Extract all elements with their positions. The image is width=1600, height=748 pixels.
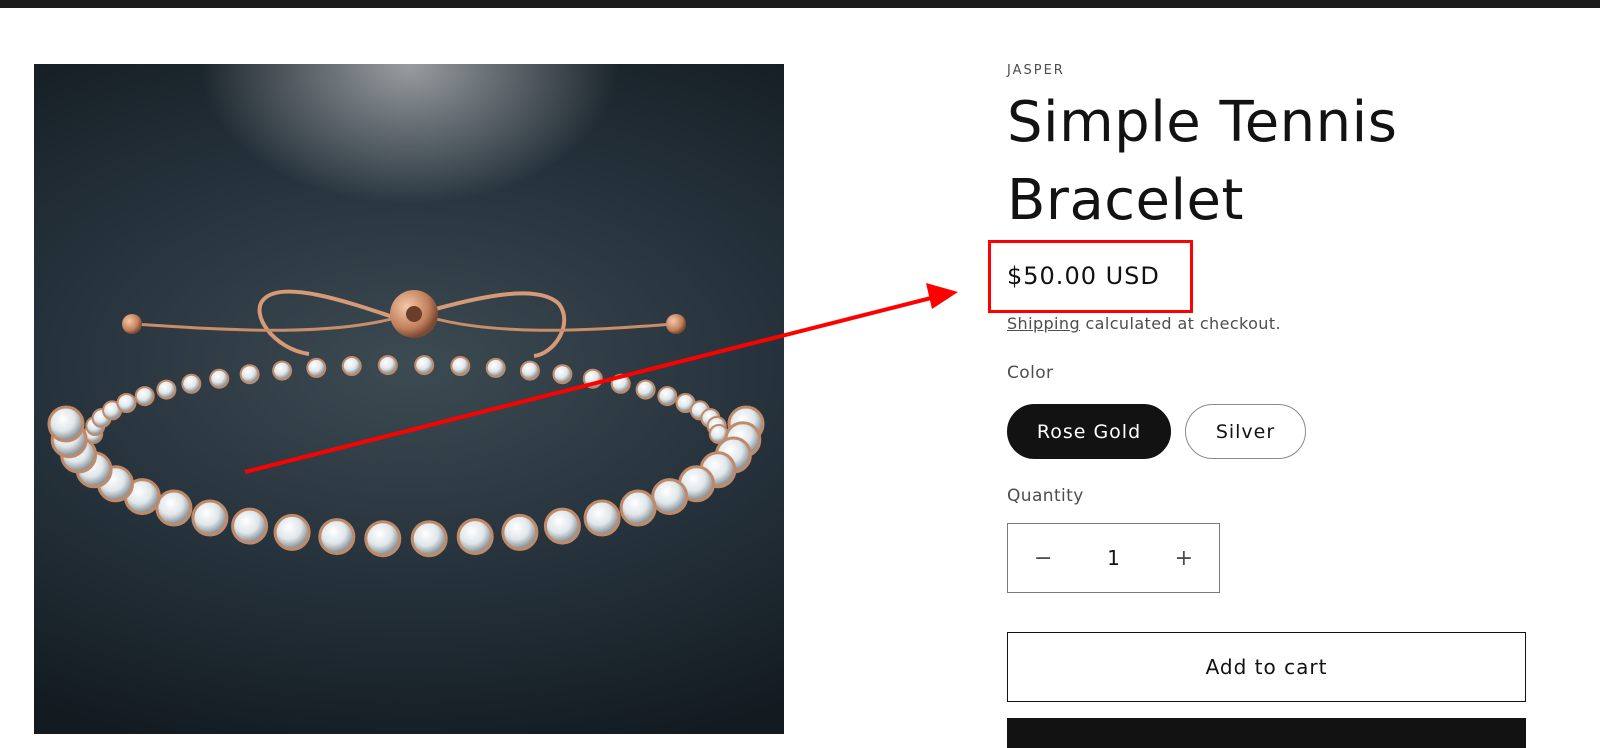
- add-to-cart-button[interactable]: Add to cart: [1007, 632, 1526, 702]
- bracelet-gem: [582, 368, 603, 389]
- quantity-stepper: − 1 +: [1007, 523, 1220, 593]
- quantity-label: Quantity: [1007, 486, 1084, 506]
- bracelet-gem: [272, 360, 293, 381]
- shipping-suffix: calculated at checkout.: [1080, 314, 1282, 333]
- bracelet-gem: [341, 356, 362, 376]
- bracelet-gem: [635, 379, 656, 400]
- bracelet-gem: [116, 393, 137, 413]
- color-label: Color: [1007, 363, 1054, 383]
- bracelet-gem: [239, 364, 260, 385]
- color-option-rose-gold[interactable]: Rose Gold: [1007, 404, 1171, 459]
- shipping-note: Shipping calculated at checkout.: [1007, 314, 1281, 333]
- bracelet-gem: [657, 386, 678, 407]
- minus-icon[interactable]: −: [1008, 524, 1078, 592]
- bracelet-gem: [377, 355, 398, 376]
- bracelet-gem: [156, 379, 177, 400]
- product-image[interactable]: [34, 64, 784, 734]
- bracelet-gem: [501, 513, 539, 551]
- color-option-silver[interactable]: Silver: [1185, 404, 1306, 459]
- bracelet-gem: [191, 499, 229, 537]
- bracelet-gem: [318, 518, 356, 556]
- bracelet-gem: [231, 507, 269, 545]
- bracelet-gem: [155, 489, 193, 527]
- bracelet-gem: [651, 478, 689, 516]
- bracelet-gem: [583, 499, 621, 537]
- bracelet-gem: [306, 357, 327, 378]
- bracelet-gem: [619, 489, 657, 527]
- product-title: Simple Tennis Bracelet: [1007, 90, 1398, 233]
- plus-icon[interactable]: +: [1149, 524, 1219, 592]
- bracelet-gem: [209, 368, 230, 389]
- bracelet-gem: [47, 405, 85, 443]
- bracelet-gem: [485, 357, 506, 378]
- bracelet-gem: [456, 518, 494, 556]
- shipping-link[interactable]: Shipping: [1007, 314, 1080, 333]
- bracelet-gem: [552, 364, 573, 385]
- bracelet-gem: [134, 386, 155, 407]
- bracelet-illustration: [47, 289, 765, 558]
- bracelet-gem: [450, 356, 471, 376]
- quantity-value[interactable]: 1: [1078, 546, 1148, 570]
- bracelet-gem: [414, 355, 435, 376]
- bracelet-gem: [410, 520, 448, 558]
- bracelet-gem: [610, 373, 631, 394]
- buy-now-button[interactable]: [1007, 718, 1526, 748]
- annotation-highlight-box: [988, 240, 1193, 313]
- vendor-name: JASPER: [1007, 63, 1065, 78]
- product-info: JASPER Simple Tennis Bracelet $50.00 USD…: [1007, 0, 1527, 748]
- bracelet-gem: [519, 360, 540, 381]
- bracelet-gem: [273, 513, 311, 551]
- bracelet-gem: [181, 373, 202, 394]
- bracelet-gem: [364, 520, 402, 558]
- bracelet-gem: [543, 507, 581, 545]
